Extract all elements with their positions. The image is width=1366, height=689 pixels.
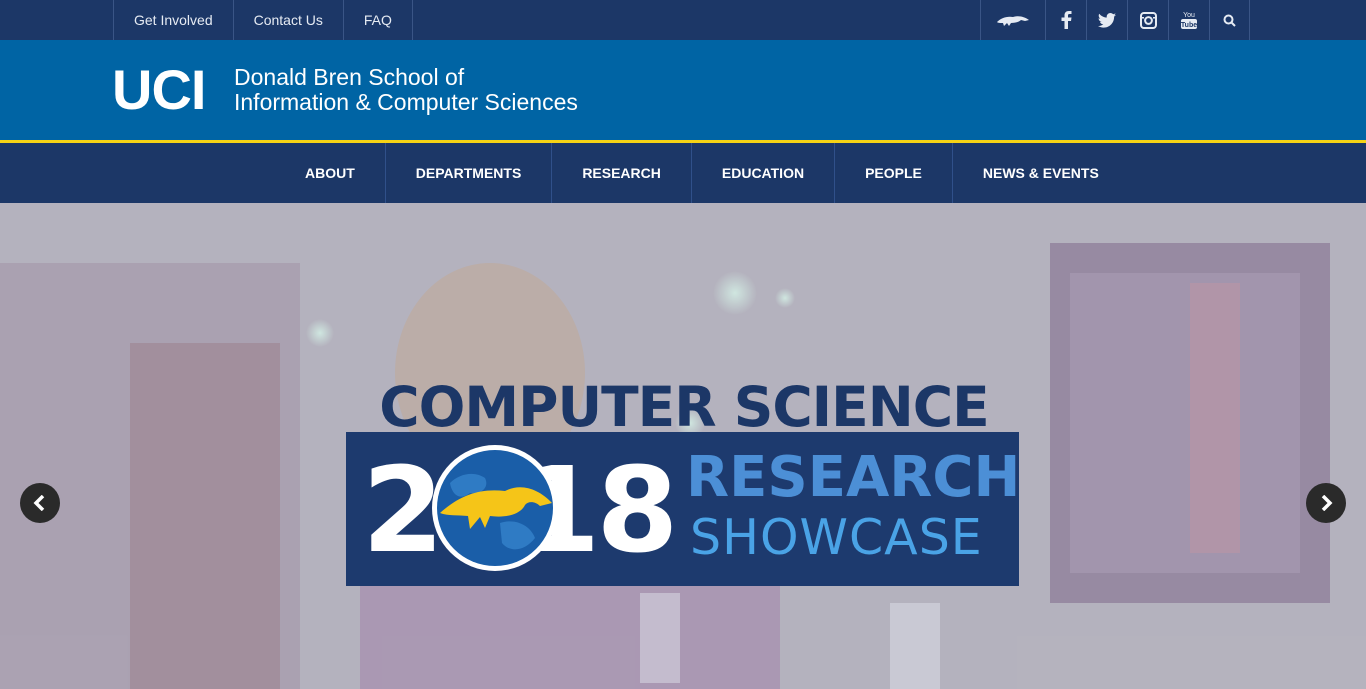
search-icon[interactable] bbox=[1209, 0, 1250, 40]
site-header: UCI Donald Bren School of Information & … bbox=[0, 40, 1366, 140]
nav-item-people[interactable]: PEOPLE bbox=[834, 143, 952, 203]
anteater-icon[interactable] bbox=[980, 0, 1045, 40]
faq-link[interactable]: FAQ bbox=[342, 0, 413, 40]
carousel-prev-button[interactable] bbox=[20, 483, 60, 523]
chevron-right-icon bbox=[1321, 495, 1333, 511]
globe-anteater-icon bbox=[432, 445, 558, 571]
utility-bar: Get Involved Contact Us FAQ You Tube bbox=[0, 0, 1366, 40]
youtube-icon[interactable]: You Tube bbox=[1168, 0, 1209, 40]
nav-item-research[interactable]: RESEARCH bbox=[551, 143, 691, 203]
showcase-research: RESEARCH bbox=[686, 445, 1021, 510]
nav-item-about[interactable]: ABOUT bbox=[275, 143, 385, 203]
showcase-showcase: SHOWCASE bbox=[690, 509, 983, 566]
get-involved-link[interactable]: Get Involved bbox=[113, 0, 233, 40]
uci-logo[interactable]: UCI bbox=[112, 62, 206, 118]
showcase-title: COMPUTER SCIENCE bbox=[379, 375, 989, 439]
main-nav: ABOUT DEPARTMENTS RESEARCH EDUCATION PEO… bbox=[0, 143, 1366, 203]
social-links: You Tube bbox=[980, 0, 1250, 40]
twitter-icon[interactable] bbox=[1086, 0, 1127, 40]
contact-us-link[interactable]: Contact Us bbox=[232, 0, 343, 40]
instagram-icon[interactable] bbox=[1127, 0, 1168, 40]
school-name-link[interactable]: Donald Bren School of Information & Comp… bbox=[234, 65, 578, 115]
school-name-line1: Donald Bren School of bbox=[234, 64, 465, 90]
nav-item-news-events[interactable]: NEWS & EVENTS bbox=[951, 143, 1129, 203]
main-nav-items: ABOUT DEPARTMENTS RESEARCH EDUCATION PEO… bbox=[275, 143, 1129, 203]
svg-text:Tube: Tube bbox=[1181, 22, 1197, 29]
nav-item-education[interactable]: EDUCATION bbox=[690, 143, 834, 203]
facebook-icon[interactable] bbox=[1045, 0, 1086, 40]
carousel-next-button[interactable] bbox=[1306, 483, 1346, 523]
svg-text:You: You bbox=[1183, 12, 1195, 19]
utility-links: Get Involved Contact Us FAQ bbox=[113, 0, 413, 40]
chevron-left-icon bbox=[33, 495, 45, 511]
nav-item-departments[interactable]: DEPARTMENTS bbox=[384, 143, 552, 203]
school-name-line2: Information & Computer Sciences bbox=[234, 89, 578, 115]
